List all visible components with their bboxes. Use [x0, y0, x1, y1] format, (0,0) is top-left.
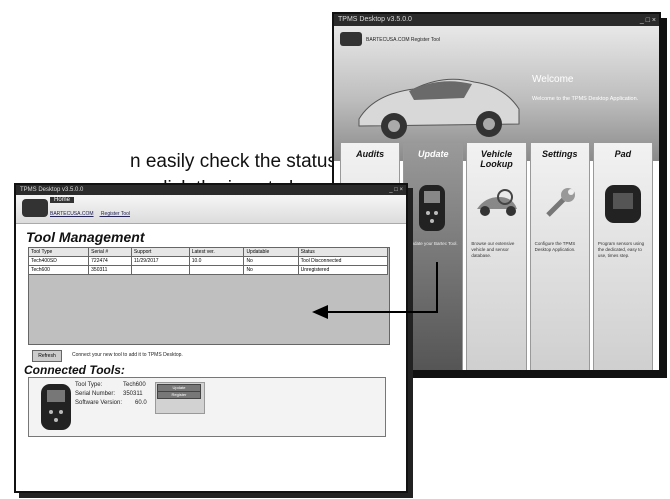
arrow-head-icon [312, 305, 328, 319]
callout-arrow [312, 262, 438, 319]
callout-arrow-line [326, 262, 438, 313]
